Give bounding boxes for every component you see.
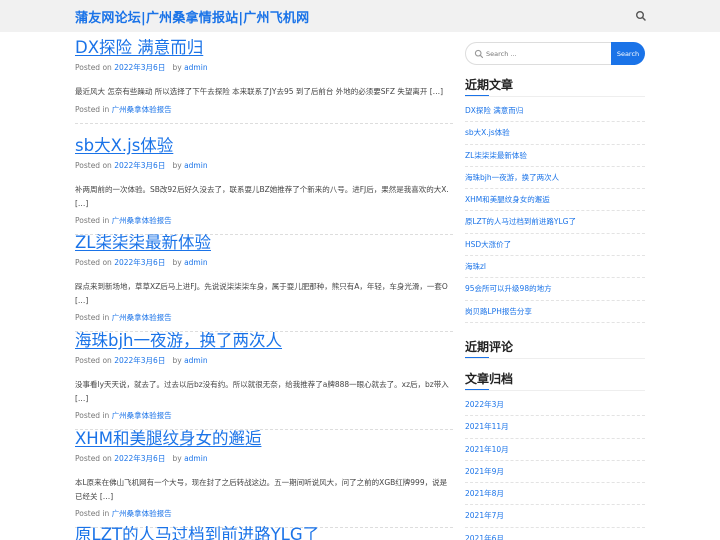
post-excerpt: 没事看ly天天说，就去了。过去以后bz没有约。所以就很无奈，给我推荐了a牌888…	[75, 380, 449, 403]
search-button[interactable]: Search	[611, 42, 645, 65]
recent-post-link[interactable]: 原LZT的人马过档到前进路YLG了	[465, 211, 645, 234]
post-author-link[interactable]: admin	[184, 258, 208, 267]
post-meta-prefix: Posted on	[75, 161, 112, 170]
post-category-link[interactable]: 广州桑拿体验报告	[112, 216, 172, 225]
post-category-link[interactable]: 广州桑拿体验报告	[112, 411, 172, 420]
post-footer: Posted in 广州桑拿体验报告	[75, 411, 453, 421]
post-footer: Posted in 广州桑拿体验报告	[75, 216, 453, 226]
search-icon[interactable]	[635, 10, 647, 22]
post-excerpt: 本L原来在佛山飞机网有一个大号，现在封了之后转战这边。五一期间听说风大，问了之前…	[75, 478, 448, 501]
archive-link[interactable]: 2021年11月	[465, 416, 645, 439]
post-article: sb大X.js体验 Posted on 2022年3月6日 by admin 补…	[75, 136, 453, 235]
post-article: 海珠bjh一夜游，换了两次人 Posted on 2022年3月6日 by ad…	[75, 331, 453, 430]
archive-link[interactable]: 2021年10月	[465, 439, 645, 461]
recent-posts-title: 近期文章	[465, 78, 646, 97]
post-article: 原LZT的人马过档到前进路YLG了	[75, 525, 453, 540]
post-footer: Posted in 广州桑拿体验报告	[75, 313, 453, 323]
post-meta-by: by	[172, 161, 182, 170]
post-title-link[interactable]: 海珠bjh一夜游，换了两次人	[75, 331, 453, 351]
post-meta: Posted on 2022年3月6日 by admin	[75, 454, 453, 464]
post-divider	[75, 122, 453, 124]
post-date-link[interactable]: 2022年3月6日	[114, 454, 165, 463]
post-meta-prefix: Posted on	[75, 454, 112, 463]
post-date-link[interactable]: 2022年3月6日	[114, 161, 165, 170]
search-icon	[474, 49, 484, 59]
post-category-link[interactable]: 广州桑拿体验报告	[112, 105, 172, 114]
recent-post-link[interactable]: 岗贝路LPH报告分享	[465, 301, 645, 323]
post-meta-by: by	[172, 258, 182, 267]
post-meta: Posted on 2022年3月6日 by admin	[75, 161, 453, 171]
recent-post-link[interactable]: HSD大涨价了	[465, 234, 645, 257]
site-header: 蒲友网论坛|广州桑拿情报站|广州飞机网	[0, 0, 720, 32]
archive-link[interactable]: 2022年3月	[465, 394, 645, 417]
recent-post-link[interactable]: XHM和美腿纹身女的邂逅	[465, 189, 645, 212]
recent-post-link[interactable]: 海珠zl	[465, 256, 645, 279]
post-article: DX探险 满意而归 Posted on 2022年3月6日 by admin 最…	[75, 38, 453, 124]
sidebar-search-form: Search	[465, 42, 645, 65]
site-title[interactable]: 蒲友网论坛|广州桑拿情报站|广州飞机网	[75, 7, 309, 26]
post-author-link[interactable]: admin	[184, 63, 208, 72]
archives-title: 文章归档	[465, 372, 646, 391]
post-footer: Posted in 广州桑拿体验报告	[75, 105, 453, 115]
recent-comments-title: 近期评论	[465, 340, 646, 359]
sidebar-search-field[interactable]	[465, 42, 613, 65]
post-title-link[interactable]: DX探险 满意而归	[75, 38, 453, 58]
archives-list: 2022年3月 2021年11月 2021年10月 2021年9月 2021年8…	[465, 394, 645, 540]
post-footer-prefix: Posted in	[75, 509, 110, 518]
post-footer-prefix: Posted in	[75, 313, 110, 322]
post-meta-by: by	[172, 356, 182, 365]
recent-post-link[interactable]: DX探险 满意而归	[465, 100, 645, 123]
post-article: XHM和美腿纹身女的邂逅 Posted on 2022年3月6日 by admi…	[75, 429, 453, 528]
post-title-link[interactable]: XHM和美腿纹身女的邂逅	[75, 429, 453, 449]
archive-link[interactable]: 2021年6月	[465, 528, 645, 540]
post-meta-by: by	[172, 454, 182, 463]
recent-post-link[interactable]: ZL柒柒柒最新体验	[465, 145, 645, 167]
search-input[interactable]	[486, 46, 606, 61]
post-excerpt: 踩点来到新场地，草草XZ后马上进FJ。先说说柒柒柒车身，属于耍儿肥那种，熊只有A…	[75, 282, 448, 305]
post-meta: Posted on 2022年3月6日 by admin	[75, 356, 453, 366]
post-article: ZL柒柒柒最新体验 Posted on 2022年3月6日 by admin 踩…	[75, 233, 453, 332]
post-date-link[interactable]: 2022年3月6日	[114, 258, 165, 267]
recent-posts-list: DX探险 满意而归 sb大X.js体验 ZL柒柒柒最新体验 海珠bjh一夜游，换…	[465, 100, 645, 323]
post-footer-prefix: Posted in	[75, 411, 110, 420]
post-meta-prefix: Posted on	[75, 63, 112, 72]
post-meta: Posted on 2022年3月6日 by admin	[75, 63, 453, 73]
archive-link[interactable]: 2021年9月	[465, 461, 645, 484]
post-date-link[interactable]: 2022年3月6日	[114, 356, 165, 365]
post-author-link[interactable]: admin	[184, 161, 208, 170]
recent-post-link[interactable]: 海珠bjh一夜游，换了两次人	[465, 167, 645, 190]
post-category-link[interactable]: 广州桑拿体验报告	[112, 313, 172, 322]
post-category-link[interactable]: 广州桑拿体验报告	[112, 509, 172, 518]
post-title-link[interactable]: ZL柒柒柒最新体验	[75, 233, 453, 253]
post-excerpt: 补两周前的一次体验。SB改92后好久没去了，联系耍儿BZ她推荐了个新来的八号。进…	[75, 185, 449, 208]
post-meta: Posted on 2022年3月6日 by admin	[75, 258, 453, 268]
post-date-link[interactable]: 2022年3月6日	[114, 63, 165, 72]
post-footer: Posted in 广州桑拿体验报告	[75, 509, 453, 519]
post-meta-prefix: Posted on	[75, 356, 112, 365]
post-footer-prefix: Posted in	[75, 216, 110, 225]
post-author-link[interactable]: admin	[184, 356, 208, 365]
archive-link[interactable]: 2021年8月	[465, 483, 645, 506]
post-author-link[interactable]: admin	[184, 454, 208, 463]
archive-link[interactable]: 2021年7月	[465, 505, 645, 528]
recent-post-link[interactable]: sb大X.js体验	[465, 122, 645, 145]
post-title-link[interactable]: sb大X.js体验	[75, 136, 453, 156]
recent-post-link[interactable]: 95会所可以升级98的地方	[465, 278, 645, 301]
post-excerpt: 最近风大 怎奈有些躁动 所以选择了下午去探险 本来联系了JY去95 到了后前台 …	[75, 87, 444, 96]
post-title-link[interactable]: 原LZT的人马过档到前进路YLG了	[75, 525, 453, 540]
post-footer-prefix: Posted in	[75, 104, 110, 114]
post-meta-by: by	[172, 63, 182, 72]
post-meta-prefix: Posted on	[75, 258, 112, 267]
sidebar: Search 近期文章 DX探险 满意而归 sb大X.js体验 ZL柒柒柒最新体…	[465, 42, 646, 540]
